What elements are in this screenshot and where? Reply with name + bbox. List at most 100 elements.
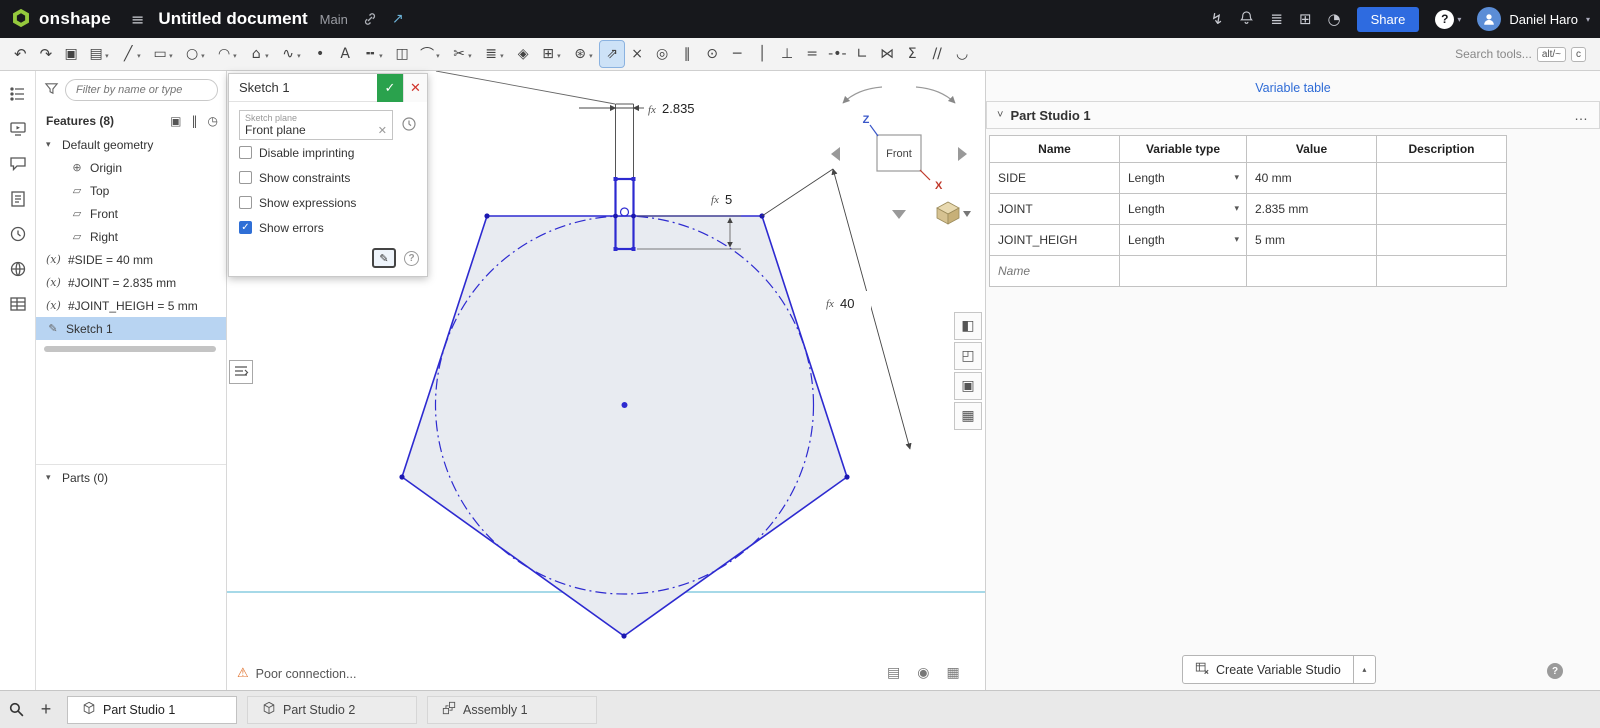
tab-assembly-1[interactable]: Assembly 1	[427, 695, 597, 724]
variable-name-cell[interactable]: JOINT	[989, 193, 1120, 225]
learning-center-icon[interactable]	[1328, 10, 1341, 28]
point-tool-icon[interactable]: •	[308, 41, 332, 67]
insert-studio-icon[interactable]	[170, 114, 181, 128]
horizontal-scrollbar[interactable]	[44, 346, 216, 352]
tab-part-studio-2[interactable]: Part Studio 2	[247, 695, 417, 724]
tree-item-top-plane[interactable]: Top	[36, 179, 226, 202]
dimension-value[interactable]: 5	[725, 192, 732, 207]
variable-description-cell[interactable]	[1376, 162, 1507, 194]
sketch-mode-icon[interactable]	[372, 248, 396, 268]
coincident-constraint-icon[interactable]: ×	[625, 41, 649, 67]
tab-search-icon[interactable]	[8, 701, 25, 718]
variable-type-dropdown[interactable]: Length	[1119, 224, 1247, 256]
circle-center-point[interactable]	[621, 402, 628, 408]
redo-button[interactable]: ↷	[34, 45, 59, 63]
variable-description-cell[interactable]	[1376, 193, 1507, 225]
help-icon[interactable]	[1435, 9, 1455, 29]
section-view-icon[interactable]: ◧	[954, 312, 982, 340]
clear-plane-icon[interactable]	[378, 124, 387, 137]
rectangle-tool-icon[interactable]: ▭	[148, 41, 179, 67]
field-history-clock-icon[interactable]	[401, 116, 417, 135]
fillet-tool-icon[interactable]: ⌒	[415, 41, 446, 67]
variable-type-dropdown[interactable]: Length	[1119, 162, 1247, 194]
dialog-help-icon[interactable]	[404, 250, 419, 266]
arc-tool-icon[interactable]: ◠	[212, 41, 243, 67]
tree-item-variable-joint[interactable]: (x) #JOINT = 2.835 mm	[36, 271, 226, 294]
rotate-right-caret-icon[interactable]	[958, 147, 967, 161]
follow-mode-icon[interactable]	[9, 120, 27, 138]
notifications-bell-icon[interactable]	[1239, 10, 1254, 29]
comments-icon[interactable]	[9, 155, 27, 173]
filter-funnel-icon[interactable]	[44, 81, 59, 99]
insert-image-tool-icon[interactable]: ▤	[84, 41, 115, 67]
spline-tool-icon[interactable]: ∿	[276, 41, 307, 67]
onshape-logo[interactable]: onshape	[10, 7, 111, 32]
measure-tool-icon[interactable]: ◈	[511, 41, 535, 67]
user-name[interactable]: Daniel Haro	[1509, 12, 1578, 27]
tree-item-default-geometry[interactable]: Default geometry	[36, 133, 226, 156]
document-title[interactable]: Untitled document	[158, 9, 307, 29]
symmetric-constraint-icon[interactable]: ⋈	[875, 41, 899, 67]
trim-tool-icon[interactable]: ✂	[447, 41, 478, 67]
accept-sketch-button[interactable]	[377, 73, 403, 102]
tree-item-variable-joint-heigh[interactable]: (x) #JOINT_HEIGH = 5 mm	[36, 294, 226, 317]
normal-constraint-icon[interactable]: ∟	[850, 41, 874, 67]
text-tool-icon[interactable]: A	[333, 41, 357, 67]
undo-button[interactable]: ↶	[8, 45, 33, 63]
measure-footer-icon[interactable]: ▤	[887, 665, 900, 681]
print-footer-icon[interactable]: ▦	[946, 665, 959, 681]
concentric-constraint-icon[interactable]: ◎	[650, 41, 674, 67]
help-caret-icon[interactable]	[1457, 15, 1461, 24]
history-icon[interactable]	[9, 225, 27, 243]
tree-item-sketch-1[interactable]: Sketch 1	[36, 317, 226, 340]
construction-tool-icon[interactable]: ╍	[358, 41, 389, 67]
collapse-caret-icon[interactable]	[997, 109, 1003, 121]
circle-tool-icon[interactable]: ○	[180, 41, 211, 67]
hamburger-menu-icon[interactable]: ≡	[131, 10, 144, 29]
app-store-icon[interactable]	[1299, 10, 1312, 28]
isometric-cube-icon[interactable]	[936, 201, 960, 225]
new-variable-name-cell[interactable]	[989, 255, 1120, 287]
add-tab-button[interactable]	[35, 699, 57, 720]
shaded-view-icon[interactable]: ▣	[954, 372, 982, 400]
publications-icon[interactable]	[9, 260, 27, 278]
cancel-sketch-button[interactable]	[403, 73, 427, 102]
curvature-constraint-icon[interactable]: ◡	[950, 41, 974, 67]
variable-type-dropdown[interactable]: Length	[1119, 193, 1247, 225]
user-avatar[interactable]	[1477, 7, 1502, 31]
checkbox-disable-imprinting[interactable]: Disable imprinting	[239, 140, 417, 165]
workspace-label[interactable]: Main	[320, 12, 348, 27]
sketch-plane-field[interactable]: Sketch plane Front plane	[239, 110, 393, 140]
create-variable-studio-button[interactable]: Create Variable Studio	[1182, 655, 1354, 684]
filter-input[interactable]	[65, 79, 218, 101]
checkbox-show-constraints[interactable]: Show constraints	[239, 165, 417, 190]
link-icon[interactable]	[362, 11, 378, 27]
rotate-right-arc-icon[interactable]	[915, 86, 956, 104]
isometric-view-icon[interactable]: ◰	[954, 342, 982, 370]
rotate-down-caret-icon[interactable]	[892, 210, 906, 219]
variable-name-cell[interactable]: JOINT_HEIGH	[989, 224, 1120, 256]
variable-value-cell[interactable]: 40 mm	[1246, 162, 1377, 194]
mirror-tool-icon[interactable]: ◫	[390, 41, 414, 67]
parts-section-header[interactable]: Parts (0)	[36, 464, 226, 490]
variable-value-cell[interactable]: 2.835 mm	[1246, 193, 1377, 225]
pentagon-sketch[interactable]	[401, 215, 848, 637]
create-variable-studio-caret[interactable]	[1353, 655, 1376, 684]
variable-name-cell[interactable]: SIDE	[989, 162, 1120, 194]
panel-help-icon[interactable]	[1547, 663, 1563, 679]
rollback-bar-icon[interactable]	[192, 114, 198, 128]
tables-icon[interactable]	[9, 295, 27, 313]
graphics-canvas[interactable]: fx 2.835 fx 5 fx 40 Front Z X Sketch 1 ✓…	[227, 71, 985, 690]
dimension-value[interactable]: 2.835	[662, 101, 695, 116]
tree-item-right-plane[interactable]: Right	[36, 225, 226, 248]
tab-part-studio-1[interactable]: Part Studio 1	[67, 695, 237, 724]
tree-item-front-plane[interactable]: Front	[36, 202, 226, 225]
polygon-tool-icon[interactable]: ⌂	[244, 41, 275, 67]
variable-table-link[interactable]: Variable table	[986, 71, 1600, 101]
named-views-icon[interactable]: ▦	[954, 402, 982, 430]
drawings-icon[interactable]	[9, 190, 27, 208]
copy-tool-icon[interactable]: ▣	[59, 41, 83, 67]
perpendicular-constraint-icon[interactable]: ⊥	[775, 41, 799, 67]
circular-pattern-tool-icon[interactable]: ⊛	[568, 41, 599, 67]
view-menu-caret-icon[interactable]	[963, 211, 971, 217]
